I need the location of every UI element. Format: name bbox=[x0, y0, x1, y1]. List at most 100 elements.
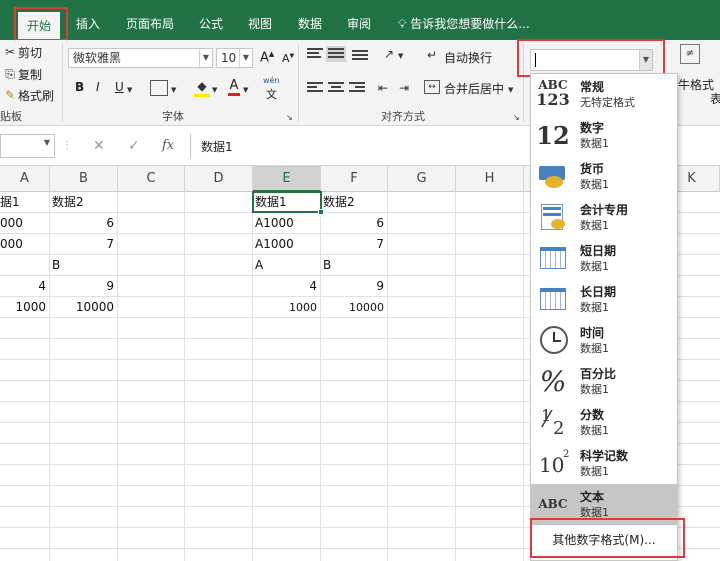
italic-button[interactable]: I bbox=[96, 80, 100, 94]
shrink-font-button[interactable]: A▼ bbox=[282, 52, 294, 65]
col-header-g[interactable]: G bbox=[388, 166, 456, 192]
format-option-accounting[interactable]: 会计专用 数据1 bbox=[531, 197, 677, 238]
formula-input[interactable]: 数据1 bbox=[190, 134, 530, 158]
scientific-icon: 10 2 bbox=[539, 449, 570, 477]
align-right-icon[interactable] bbox=[349, 82, 365, 94]
cell-f2[interactable]: 6 bbox=[320, 213, 387, 234]
chevron-down-icon[interactable]: ▼ bbox=[508, 82, 513, 98]
borders-icon[interactable] bbox=[150, 80, 168, 96]
cancel-icon[interactable]: ✕ bbox=[93, 138, 105, 154]
tab-review[interactable]: 审阅 bbox=[347, 8, 371, 40]
col-header-b[interactable]: B bbox=[50, 166, 118, 192]
cell-e3[interactable]: A1000 bbox=[252, 234, 320, 255]
cell-b2[interactable]: 6 bbox=[49, 213, 117, 234]
cell-a5[interactable]: 4 bbox=[0, 276, 49, 297]
chevron-down-icon[interactable]: ▼ bbox=[212, 82, 217, 98]
cell-f6[interactable]: 10000 bbox=[320, 297, 387, 318]
cell-e5[interactable]: 4 bbox=[252, 276, 320, 297]
cell-styles-partial[interactable]: 牛格式 bbox=[678, 76, 714, 93]
format-name: 数字 bbox=[580, 121, 605, 135]
font-size-combo[interactable]: 10 ▼ bbox=[216, 48, 253, 68]
cell-a1[interactable]: 据1 bbox=[0, 192, 49, 213]
format-option-time[interactable]: 时间 数据1 bbox=[531, 320, 677, 361]
copy-button[interactable]: 复制 bbox=[18, 66, 42, 83]
name-box[interactable]: ▼ bbox=[0, 134, 55, 158]
cell-a3[interactable]: 000 bbox=[0, 234, 49, 255]
format-preview: 数据1 bbox=[580, 465, 609, 478]
cell-e4[interactable]: A bbox=[252, 255, 320, 276]
phonetic-guide-button[interactable]: 文 bbox=[266, 86, 277, 102]
grow-font-button[interactable]: A▲ bbox=[260, 50, 274, 65]
tab-view[interactable]: 视图 bbox=[248, 8, 272, 40]
tab-data[interactable]: 数据 bbox=[298, 8, 322, 40]
col-header-f[interactable]: F bbox=[321, 166, 388, 192]
chevron-down-icon[interactable]: ▼ bbox=[171, 82, 176, 98]
bottom-align-icon[interactable] bbox=[352, 50, 368, 62]
col-header-c[interactable]: C bbox=[118, 166, 185, 192]
increase-indent-icon[interactable]: ⇥ bbox=[396, 80, 412, 96]
cell-e6[interactable]: 1000 bbox=[252, 297, 320, 318]
abc-123-icon: ABC 123 bbox=[536, 78, 570, 109]
tab-formulas[interactable]: 公式 bbox=[199, 8, 223, 40]
format-option-scientific[interactable]: 10 2 科学记数 数据1 bbox=[531, 443, 677, 484]
cell-b1[interactable]: 数据2 bbox=[49, 192, 117, 213]
chevron-down-icon[interactable]: ▼ bbox=[398, 48, 403, 64]
font-color-button[interactable]: A bbox=[228, 78, 240, 96]
cell-f1[interactable]: 数据2 bbox=[320, 192, 387, 213]
decrease-indent-icon[interactable]: ⇤ bbox=[375, 80, 391, 96]
middle-align-icon[interactable] bbox=[326, 46, 346, 62]
top-align-icon[interactable] bbox=[307, 48, 323, 60]
chevron-down-icon[interactable]: ▼ bbox=[239, 49, 252, 67]
cell-b5[interactable]: 9 bbox=[49, 276, 117, 297]
fill-handle[interactable] bbox=[318, 209, 324, 215]
chevron-down-icon[interactable]: ▼ bbox=[44, 138, 50, 147]
wrap-text-button[interactable]: 自动换行 bbox=[444, 49, 492, 66]
cell-a6[interactable]: 1000 bbox=[0, 297, 49, 318]
cell-e2[interactable]: A1000 bbox=[252, 213, 320, 234]
dialog-launcher-icon[interactable]: ↘ bbox=[286, 110, 293, 126]
col-header-a[interactable]: A bbox=[0, 166, 50, 192]
orientation-icon[interactable]: ↗ bbox=[379, 46, 399, 62]
format-painter-button[interactable]: 格式刷 bbox=[18, 87, 54, 104]
chevron-down-icon[interactable]: ▼ bbox=[243, 82, 248, 98]
format-option-currency[interactable]: 货币 数据1 bbox=[531, 156, 677, 197]
formula-content: 数据1 bbox=[201, 140, 233, 154]
fill-color-icon[interactable]: ◆ bbox=[194, 78, 210, 97]
col-header-e[interactable]: E bbox=[253, 166, 321, 192]
merge-center-button[interactable]: 合并后居中 bbox=[444, 80, 504, 97]
col-header-h[interactable]: H bbox=[456, 166, 524, 192]
dialog-launcher-icon[interactable]: ↘ bbox=[513, 110, 520, 126]
underline-button[interactable]: U bbox=[115, 80, 124, 94]
tab-page-layout[interactable]: 页面布局 bbox=[126, 8, 174, 40]
tab-insert[interactable]: 插入 bbox=[76, 8, 100, 40]
cell-f3[interactable]: 7 bbox=[320, 234, 387, 255]
font-group-label: 字体 bbox=[162, 110, 184, 123]
font-name-combo[interactable]: 微软雅黑 ▼ bbox=[68, 48, 213, 68]
format-option-fraction[interactable]: 1 ⁄ 2 分数 数据1 bbox=[531, 402, 677, 443]
cell-b4[interactable]: B bbox=[49, 255, 117, 276]
format-option-general[interactable]: ABC 123 常规 无特定格式 bbox=[531, 74, 677, 115]
align-center-icon[interactable] bbox=[328, 82, 344, 94]
col-header-d[interactable]: D bbox=[185, 166, 253, 192]
chevron-down-icon[interactable]: ▼ bbox=[127, 82, 132, 98]
format-option-number[interactable]: 12 数字 数据1 bbox=[531, 115, 677, 156]
cell-b6[interactable]: 10000 bbox=[49, 297, 117, 318]
table-partial[interactable]: 表 bbox=[710, 90, 720, 107]
format-option-percent[interactable]: % 百分比 数据1 bbox=[531, 361, 677, 402]
excel-window: 开始 插入 页面布局 公式 视图 数据 审阅 💡︎ 告诉我您想要做什么... ✂… bbox=[0, 0, 720, 561]
enter-icon[interactable]: ✓ bbox=[128, 138, 140, 154]
tell-me-search[interactable]: 💡︎ 告诉我您想要做什么... bbox=[398, 8, 530, 40]
format-option-short-date[interactable]: 短日期 数据1 bbox=[531, 238, 677, 279]
insert-function-button[interactable]: fx bbox=[162, 138, 174, 153]
cut-button[interactable]: 剪切 bbox=[18, 44, 42, 61]
format-option-long-date[interactable]: 长日期 数据1 bbox=[531, 279, 677, 320]
align-left-icon[interactable] bbox=[307, 82, 323, 94]
cell-f5[interactable]: 9 bbox=[320, 276, 387, 297]
clock-icon bbox=[535, 324, 571, 357]
format-as-table-icon[interactable]: ≠ bbox=[680, 44, 700, 64]
chevron-down-icon[interactable]: ▼ bbox=[199, 49, 212, 67]
cell-b3[interactable]: 7 bbox=[49, 234, 117, 255]
cell-f4[interactable]: B bbox=[320, 255, 387, 276]
bold-button[interactable]: B bbox=[75, 80, 84, 94]
cell-a2[interactable]: 000 bbox=[0, 213, 49, 234]
